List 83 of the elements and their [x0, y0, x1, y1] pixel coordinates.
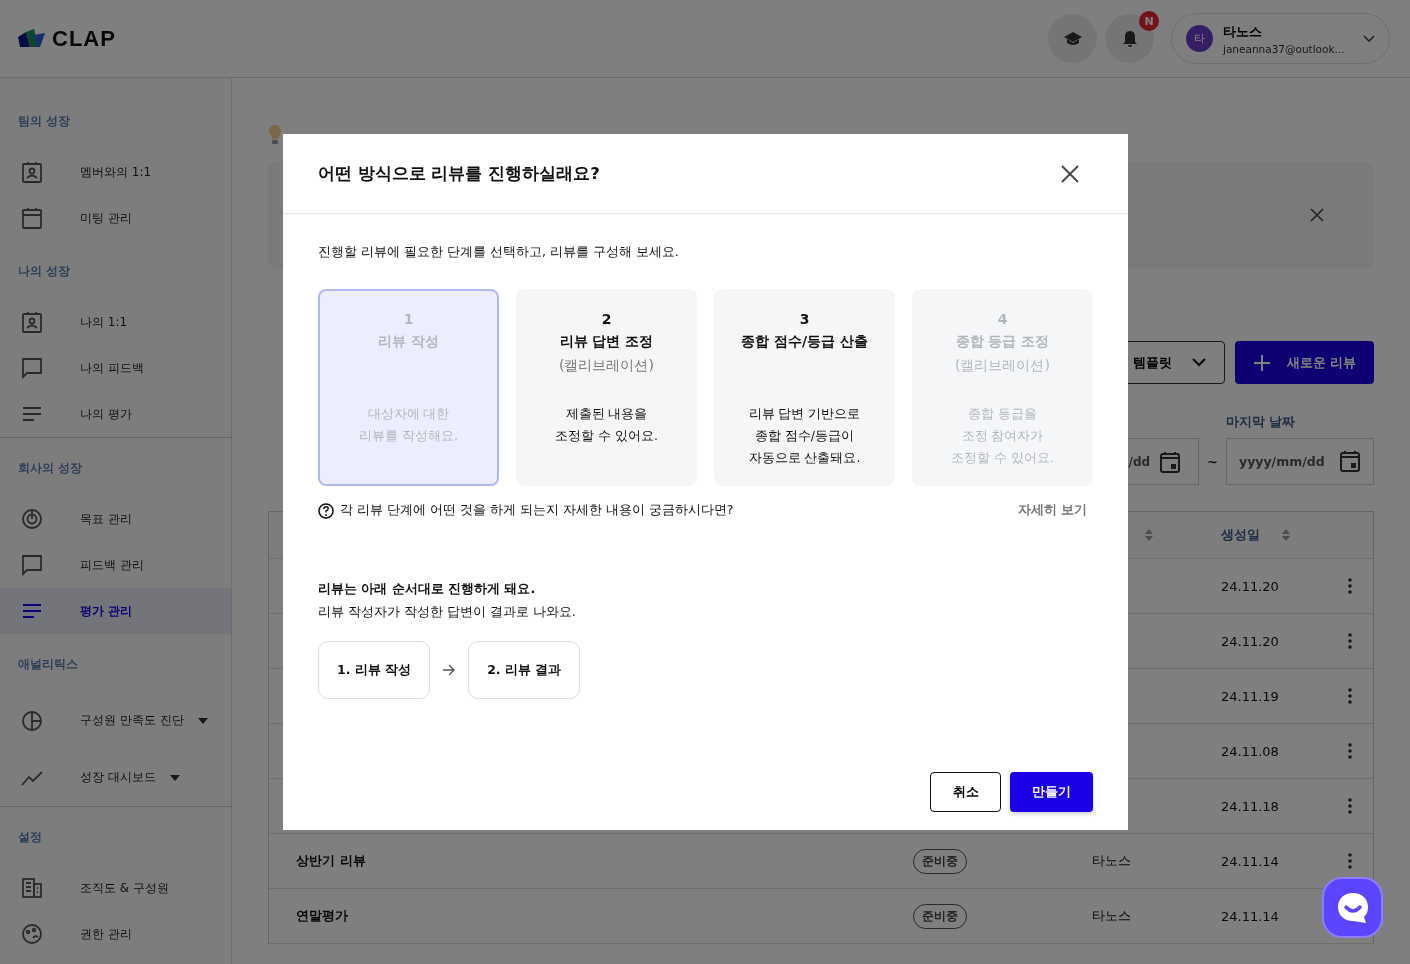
date-field[interactable]: yyyy/mm/dd [1226, 438, 1374, 485]
nav-item[interactable]: 성장 대시보드 [0, 749, 231, 806]
review-name[interactable]: 상반기 리뷰 [296, 852, 366, 870]
user-email: janeanna37@outlook... [1223, 42, 1346, 55]
review-name[interactable]: 연말평가 [296, 907, 348, 925]
chat-button[interactable] [1322, 877, 1383, 938]
user-avatar: 타 [1186, 25, 1213, 52]
flow-step: 2. 리뷰 결과 [468, 641, 581, 699]
logo-icon [18, 28, 46, 49]
column-header[interactable]: 생성일 [1221, 526, 1260, 544]
date-cell: 24.11.20 [1221, 633, 1279, 649]
section-heading: 설정 [17, 829, 43, 846]
user-menu[interactable]: 타 타노스 janeanna37@outlook... [1171, 13, 1390, 64]
arrow-right-icon [442, 664, 457, 676]
chat-bubble-icon [1335, 890, 1370, 925]
date-cell: 24.11.18 [1221, 798, 1279, 814]
step-card[interactable]: 3 종합 점수/등급 산출 리뷰 답변 기반으로 종합 점수/등급이 자동으로 산출돼요. [714, 289, 895, 486]
create-button[interactable]: 만들기 [1010, 772, 1093, 812]
order-heading: 리뷰는 아래 순서대로 진행하게 돼요. [318, 581, 537, 598]
section-heading: 팀의 성장 [17, 113, 72, 130]
nav-item[interactable]: 멤버와의 1:1 [0, 149, 231, 195]
target-icon [20, 507, 44, 531]
calendar-icon[interactable] [1160, 450, 1181, 473]
dialog-intro: 진행할 리뷰에 필요한 단계를 선택하고, 리뷰를 구성해 보세요. [318, 244, 680, 261]
section-heading: 회사의 성장 [17, 460, 84, 477]
filter-label: 마지막 날짜 [1226, 413, 1297, 431]
help-text: 각 리뷰 단계에 어떤 것을 하게 되는지 자세한 내용이 궁금하시다면? [340, 502, 734, 519]
plus-icon [1252, 353, 1271, 372]
dialog-title: 어떤 방식으로 리뷰를 진행하실래요? [318, 162, 600, 185]
owner-cell: 타노스 [1092, 907, 1131, 925]
notification-badge: N [1139, 11, 1159, 31]
nav-item[interactable]: 피드백 관리 [0, 542, 231, 588]
logo-text: CLAP [52, 25, 116, 52]
more-icon[interactable] [1348, 578, 1352, 594]
user-name: 타노스 [1223, 22, 1263, 41]
nav-item[interactable]: 목표 관리 [0, 496, 231, 542]
order-text: 리뷰 작성자가 작성한 답변이 결과로 나와요. [318, 604, 577, 621]
graduation-cap-icon [1062, 30, 1083, 47]
date-cell: 24.11.19 [1221, 688, 1279, 704]
nav-item[interactable]: 나의 1:1 [0, 299, 231, 345]
lightbulb-icon [268, 124, 282, 146]
more-icon[interactable] [1348, 688, 1352, 704]
details-link[interactable]: 자세히 보기 [1017, 502, 1087, 519]
nav-item[interactable]: 미팅 관리 [0, 195, 231, 241]
bell-icon [1121, 29, 1138, 48]
chevron-down-icon [1363, 34, 1375, 43]
calendar-icon[interactable] [1340, 450, 1360, 472]
nav-item[interactable]: 나의 피드백 [0, 345, 231, 391]
pie-chart-icon [20, 708, 44, 733]
chat-icon [20, 356, 44, 380]
date-separator: ~ [1207, 454, 1218, 469]
flow-step: 1. 리뷰 작성 [318, 641, 431, 699]
new-review-button[interactable]: 새로운 리뷰 [1235, 341, 1374, 384]
more-icon[interactable] [1348, 633, 1352, 649]
more-icon[interactable] [1348, 798, 1352, 814]
nav-item[interactable]: 권한 관리 [0, 911, 231, 957]
date-cell: 24.11.14 [1221, 853, 1279, 869]
close-icon[interactable] [1061, 164, 1079, 183]
more-icon[interactable] [1348, 853, 1352, 869]
chat-icon [20, 553, 44, 577]
step-card[interactable]: 2 리뷰 답변 조정 (캘리브레이션) 제출된 내용을 조정할 수 있어요. [516, 289, 697, 486]
building-icon [20, 876, 44, 900]
caret-icon [169, 774, 180, 781]
nav-item[interactable]: 평가 관리 [0, 588, 231, 634]
help-icon [318, 502, 334, 519]
section-heading: 애널리틱스 [17, 656, 79, 673]
id-card-icon [20, 160, 44, 184]
chevron-down-icon [1192, 358, 1206, 367]
nav-item[interactable]: 조직도 & 구성원 [0, 865, 231, 911]
date-cell: 24.11.08 [1221, 743, 1279, 759]
cancel-button[interactable]: 취소 [930, 772, 1001, 812]
section-heading: 나의 성장 [17, 263, 72, 280]
academy-button[interactable] [1048, 14, 1097, 63]
notification-button[interactable] [1105, 14, 1154, 63]
date-cell: 24.11.14 [1221, 908, 1279, 924]
more-icon[interactable] [1348, 743, 1352, 759]
caret-icon [197, 717, 208, 724]
nav-item[interactable]: 구성원 만족도 진단 [0, 692, 231, 749]
calendar-icon [20, 206, 44, 230]
owner-cell: 타노스 [1092, 852, 1131, 870]
id-card-icon [20, 310, 44, 334]
date-cell: 24.11.20 [1221, 578, 1279, 594]
nav-item[interactable]: 나의 평가 [0, 391, 231, 437]
